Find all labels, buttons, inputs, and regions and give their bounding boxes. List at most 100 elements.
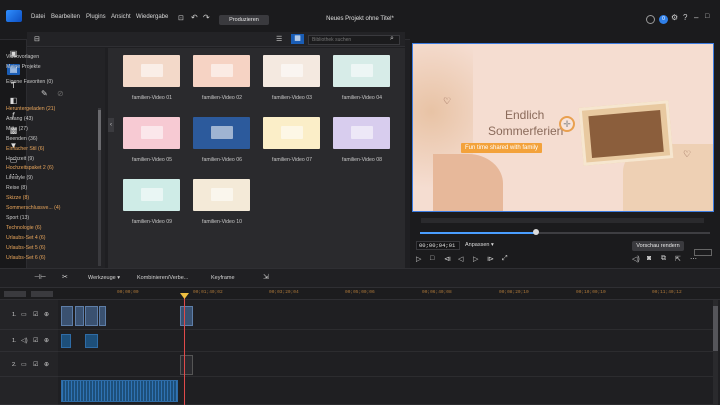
- search-icon[interactable]: ⌕: [390, 35, 394, 43]
- zoom-fit-button[interactable]: [31, 291, 53, 297]
- next-frame-icon[interactable]: ⧐: [487, 255, 494, 263]
- fit-timeline-icon[interactable]: ⊣⊢: [34, 273, 46, 281]
- collapse-panel-icon[interactable]: ‹: [108, 118, 114, 132]
- keyframe-button[interactable]: Keyframe: [211, 275, 235, 281]
- audio-clip[interactable]: [85, 334, 98, 348]
- category-item[interactable]: Hochzeit (9): [6, 156, 34, 162]
- minimize-icon[interactable]: –: [694, 13, 698, 22]
- help-icon[interactable]: ?: [683, 13, 687, 22]
- category-item[interactable]: Urlaubs-Set 5 (6): [6, 245, 46, 251]
- template-thumbnail[interactable]: [333, 117, 390, 149]
- category-item[interactable]: Hochzeitspaket 2 (6): [6, 165, 54, 171]
- produce-button[interactable]: Produzieren: [219, 15, 269, 25]
- fullscreen-icon[interactable]: ⤢: [502, 255, 508, 263]
- category-item[interactable]: Urlaubs-Set 6 (6): [6, 255, 46, 261]
- timeline-scroll-thumb[interactable]: [713, 306, 718, 351]
- lock-icon[interactable]: ⊕: [44, 337, 49, 344]
- category-item[interactable]: Sport (13): [6, 215, 29, 221]
- snapshot-icon[interactable]: ◙: [647, 255, 651, 262]
- category-item[interactable]: Urlaubs-Set 4 (6): [6, 235, 46, 241]
- template-thumbnail[interactable]: [263, 55, 320, 87]
- split-icon[interactable]: ✂: [62, 273, 68, 281]
- undock-icon[interactable]: ⧉: [661, 255, 666, 263]
- template-thumbnail[interactable]: [193, 55, 250, 87]
- tools-menu[interactable]: Werkzeuge ▾: [88, 275, 120, 281]
- undo-icon[interactable]: ↶: [191, 13, 198, 22]
- template-thumbnail[interactable]: [123, 179, 180, 211]
- track-checkbox[interactable]: ☑: [33, 361, 38, 368]
- audio-clip[interactable]: [61, 334, 71, 348]
- menu-edit[interactable]: Bearbeiten: [51, 14, 80, 20]
- play-icon[interactable]: ▷: [416, 255, 421, 263]
- category-item[interactable]: Einfacher Stil (6): [6, 146, 44, 152]
- more-preview-icon[interactable]: ⋯: [690, 255, 697, 263]
- template-thumbnail[interactable]: [263, 117, 320, 149]
- category-item[interactable]: Skizze (8): [6, 195, 29, 201]
- menu-playback[interactable]: Wiedergabe: [136, 14, 168, 20]
- move-handle-icon[interactable]: ✛: [559, 116, 575, 132]
- track-manager-button[interactable]: [4, 291, 26, 297]
- menu-plugins[interactable]: Plugins: [86, 14, 106, 20]
- transition-room-icon[interactable]: ◧: [7, 95, 20, 106]
- step-back-icon[interactable]: ◁: [458, 255, 463, 263]
- menu-file[interactable]: Datei: [31, 14, 45, 20]
- import-media-icon[interactable]: ⊟: [34, 35, 40, 43]
- category-item[interactable]: Anfang (43): [6, 116, 33, 122]
- lock-icon[interactable]: ⊕: [44, 361, 49, 368]
- video-clip[interactable]: [99, 306, 106, 326]
- category-item[interactable]: Reise (8): [6, 185, 27, 191]
- category-item[interactable]: Heruntergeladen (21): [6, 106, 55, 112]
- template-thumbnail[interactable]: [193, 117, 250, 149]
- tag-edit-icon[interactable]: ✎: [41, 89, 48, 98]
- category-scroll-thumb[interactable]: [98, 110, 101, 150]
- tag-remove-icon[interactable]: ⊘: [57, 89, 64, 98]
- template-thumbnail[interactable]: [123, 117, 180, 149]
- step-forward-icon[interactable]: ▷: [473, 255, 478, 263]
- output-icon[interactable]: ⇱: [675, 255, 681, 263]
- settings-icon[interactable]: ⚙: [671, 13, 678, 22]
- category-item[interactable]: Beenden (36): [6, 136, 37, 142]
- redo-icon[interactable]: ↷: [203, 13, 210, 22]
- account-icon[interactable]: [646, 15, 655, 24]
- notification-badge[interactable]: 0: [659, 15, 668, 24]
- video-clip[interactable]: [180, 355, 193, 375]
- previous-frame-icon[interactable]: ⧏: [444, 255, 451, 263]
- grid-view-icon[interactable]: ▦: [291, 34, 304, 44]
- preview-scrollbar[interactable]: [421, 218, 704, 223]
- category-item[interactable]: Sommerschlussve... (4): [6, 205, 60, 211]
- template-thumbnail[interactable]: [193, 179, 250, 211]
- track-checkbox[interactable]: ☑: [33, 337, 38, 344]
- template-thumbnail[interactable]: [123, 55, 180, 87]
- track-checkbox[interactable]: ☑: [33, 311, 38, 318]
- video-track-2[interactable]: [58, 352, 713, 377]
- list-view-icon[interactable]: ☰: [276, 35, 282, 43]
- library-search-input[interactable]: [308, 35, 400, 45]
- audio-track-1[interactable]: [58, 330, 713, 352]
- audio-waveform-clip[interactable]: [61, 380, 178, 402]
- stop-icon[interactable]: □: [430, 255, 434, 262]
- video-clip[interactable]: [75, 306, 84, 326]
- category-item[interactable]: Meine Projekte: [6, 64, 41, 70]
- import-icon[interactable]: ⊡: [178, 14, 184, 22]
- template-thumbnail[interactable]: [333, 55, 390, 87]
- volume-icon[interactable]: ◁): [632, 255, 640, 263]
- menu-view[interactable]: Ansicht: [111, 14, 131, 20]
- favorites-item[interactable]: Eigene Favoriten (0): [6, 79, 53, 85]
- scrub-handle[interactable]: [533, 229, 539, 235]
- export-icon[interactable]: ⇲: [263, 273, 269, 281]
- category-item[interactable]: Videovorlagen: [6, 54, 39, 60]
- playhead[interactable]: [184, 296, 185, 405]
- video-clip[interactable]: [85, 306, 98, 326]
- fit-dropdown[interactable]: Anpassen ▾: [465, 242, 494, 248]
- category-item[interactable]: Technologie (6): [6, 225, 41, 231]
- combine-button[interactable]: Kombinieren/Verbe...: [137, 275, 188, 281]
- video-clip[interactable]: [180, 306, 193, 326]
- category-item[interactable]: Lifestyle (9): [6, 175, 33, 181]
- video-clip[interactable]: [61, 306, 73, 326]
- preview-canvas[interactable]: Endlich Sommerferien Fun time shared wit…: [412, 43, 714, 212]
- category-item[interactable]: Mitte (27): [6, 126, 28, 132]
- render-preview-button[interactable]: Vorschau rendern: [632, 241, 684, 251]
- video-track-1[interactable]: [58, 300, 713, 330]
- lock-icon[interactable]: ⊕: [44, 311, 49, 318]
- maximize-icon[interactable]: □: [705, 13, 709, 20]
